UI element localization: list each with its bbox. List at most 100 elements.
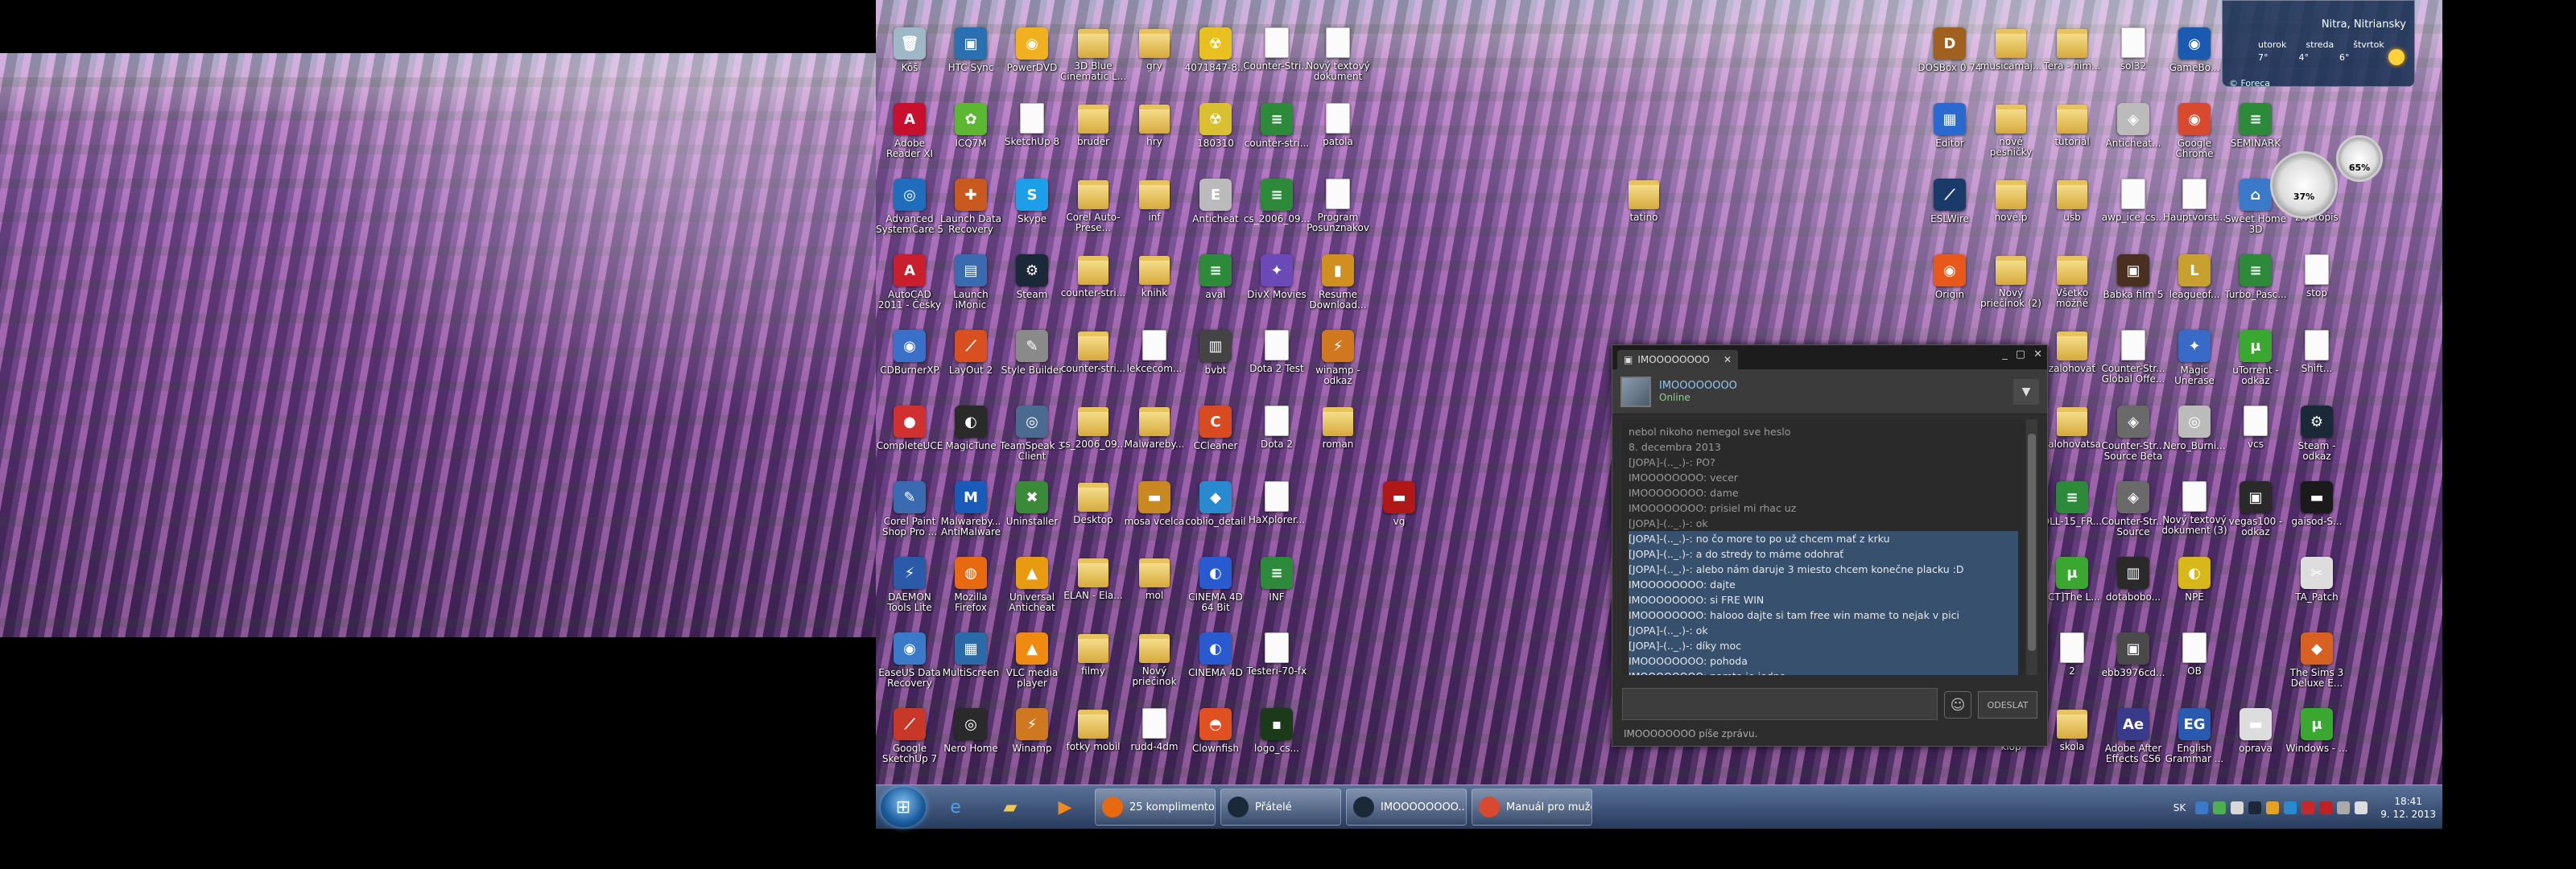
emoticon-icon[interactable]: ☺ <box>1944 691 1971 719</box>
explorer-folder-icon[interactable]: ▰ <box>985 788 1035 826</box>
desktop-icon[interactable]: ◈ Anticheat... <box>2101 103 2165 177</box>
media-player-icon[interactable]: ▶ <box>1040 788 1090 826</box>
chevron-down-icon[interactable]: ▼ <box>2013 378 2039 405</box>
desktop-icon[interactable]: ▣ HTC Sync <box>939 27 1003 101</box>
internet-explorer-icon[interactable]: e <box>931 788 980 826</box>
desktop-icon[interactable]: zalohovať <box>2040 330 2104 404</box>
desktop-icon[interactable]: ⚡ DAEMON Tools Lite <box>877 557 942 631</box>
desktop-icon[interactable]: ✦ Magic Unerase <box>2162 330 2227 404</box>
tray-icon[interactable] <box>2301 801 2315 814</box>
tray-icon[interactable] <box>2319 801 2333 814</box>
desktop-icon[interactable]: Desktop <box>1061 481 1125 555</box>
desktop-icon[interactable]: ◐ CINEMA 4D <box>1183 632 1248 706</box>
desktop-icon[interactable]: Lleagueof... <box>2162 254 2227 328</box>
desktop-icon[interactable]: ☢ 4071847-8... <box>1183 27 1248 101</box>
desktop-icon[interactable]: ▬ mosa vcelca <box>1122 481 1187 555</box>
desktop-icon[interactable]: HaXplorer... <box>1245 481 1309 555</box>
taskbar-task[interactable]: Manuál pro muže... <box>1472 789 1592 826</box>
desktop-icon[interactable]: ▲ VLC media player <box>1000 632 1064 706</box>
desktop-icon[interactable]: ☢ 180310 <box>1183 103 1248 177</box>
tray-icon[interactable] <box>2266 801 2280 814</box>
desktop-icon[interactable]: ◈ Counter-Str... Source Beta <box>2101 406 2165 480</box>
desktop-icon[interactable]: counter-stri... <box>1061 330 1125 404</box>
desktop-icon[interactable]: Testeri-70-fx <box>1245 632 1309 706</box>
desktop-icon[interactable]: gry <box>1122 27 1187 101</box>
desktop-icon[interactable]: A Adobe Reader XI <box>877 103 942 177</box>
network-icon[interactable] <box>2337 801 2351 814</box>
desktop-icon[interactable]: Nový priečinok (2) <box>1979 254 2043 328</box>
chat-log[interactable]: nebol nikoho nemegol sve heslo 8. decembr… <box>1622 419 2025 675</box>
desktop-icon[interactable]: D DOSBox 0.74 <box>1918 27 1982 101</box>
desktop-icon[interactable]: ⚙ Steam - odkaz <box>2285 406 2349 480</box>
maximize-icon[interactable]: ▢ <box>2016 348 2025 360</box>
start-button[interactable]: ⊞ <box>881 787 926 827</box>
desktop-icon[interactable]: skola <box>2040 708 2104 782</box>
desktop-icon[interactable]: Shift... <box>2285 330 2349 404</box>
desktop-icon[interactable]: ▦ MultiScreen <box>939 632 1003 706</box>
desktop-icon[interactable]: Nový priečinok <box>1122 632 1187 706</box>
close-tab-icon[interactable]: ✕ <box>1724 354 1732 365</box>
desktop-icon[interactable]: ▦ Editor <box>1918 103 1982 177</box>
desktop-icon[interactable]: ◐ NPE <box>2162 557 2227 631</box>
desktop-icon[interactable]: rudd-4dm <box>1122 708 1187 782</box>
tray-icon[interactable] <box>2231 801 2244 814</box>
desktop-icon[interactable]: filmy <box>1061 632 1125 706</box>
desktop-icon[interactable]: ◈ Counter-Str... Source <box>2101 481 2165 555</box>
desktop-icon[interactable]: ◉ Google Chrome <box>2162 103 2227 177</box>
desktop-icon[interactable]: ▤ Launch iMonic <box>939 254 1003 328</box>
desktop-icon[interactable]: ▬ vg <box>1367 481 1431 555</box>
desktop-icon[interactable]: μ uTorrent - odkaz <box>2223 330 2288 404</box>
desktop-icon[interactable]: fotky mobil <box>1061 708 1125 782</box>
desktop-icon[interactable]: ▥ dotabobo... <box>2101 557 2165 631</box>
desktop-icon[interactable]: ⚡ winamp - odkaz <box>1306 330 1370 404</box>
desktop-icon[interactable]: ▬ gaisod-S... <box>2285 481 2349 555</box>
desktop-icon[interactable]: ▣ ebb3976cd... <box>2101 632 2165 706</box>
desktop-icon[interactable]: nové.p <box>1979 179 2043 253</box>
desktop-icon[interactable]: ◐ CINEMA 4D 64 Bit <box>1183 557 1248 631</box>
steam-chat-window[interactable]: ▣ IMOOOOOOOO ✕ _ ▢ ✕ IMOOOOOOOO Online ▼… <box>1612 344 2048 747</box>
desktop-icon[interactable]: 🗑 Kôš <box>877 27 942 101</box>
taskbar-task[interactable]: 25 komplimentov... <box>1095 789 1216 826</box>
desktop-icon[interactable]: ▲ Universal Anticheat <box>1000 557 1064 631</box>
scrollbar[interactable] <box>2026 419 2037 675</box>
clock[interactable]: 18:41 9. 12. 2013 <box>2380 795 2436 821</box>
desktop-icon[interactable]: ◆ The Sims 3 Deluxe E... <box>2285 632 2349 706</box>
send-button[interactable]: ODESLAT <box>1978 691 2037 719</box>
desktop-icon[interactable]: μ [CT]The L... <box>2040 557 2104 631</box>
avatar[interactable] <box>1620 376 1651 407</box>
desktop-icon[interactable]: ◐ MagicTune <box>939 406 1003 480</box>
desktop-icon[interactable]: ◉ EaseUS Data Recovery <box>877 632 942 706</box>
desktop-icon[interactable]: tutorial <box>2040 103 2104 177</box>
tray-icon[interactable] <box>2195 801 2209 814</box>
tray-icon[interactable] <box>2284 801 2297 814</box>
contact-name[interactable]: IMOOOOOOOO <box>1659 380 1737 392</box>
desktop-icon[interactable]: Všetko možné <box>2040 254 2104 328</box>
desktop-icon[interactable]: hry <box>1122 103 1187 177</box>
close-icon[interactable]: ✕ <box>2033 348 2042 360</box>
desktop-icon[interactable]: ≡ counter-stri... <box>1245 103 1309 177</box>
desktop-icon[interactable]: ✂ TA_Patch <box>2285 557 2349 631</box>
desktop-icon[interactable]: ≡ cs_2006_09... <box>1244 179 1310 253</box>
desktop-icon[interactable]: ◆ coblio_detail <box>1183 481 1248 555</box>
desktop-icon[interactable]: ELAN - Ela... <box>1061 557 1125 631</box>
desktop-icon[interactable]: ◎ Advanced SystemCare 5 <box>876 179 943 253</box>
desktop-icon[interactable]: zalohovatsa <box>2040 406 2104 480</box>
chat-tab[interactable]: ▣ IMOOOOOOOO ✕ <box>1617 350 1738 369</box>
desktop-icon[interactable]: Nový textový dokument <box>1306 27 1370 101</box>
desktop-icon[interactable]: S Skype <box>1000 179 1064 253</box>
taskbar-task[interactable]: Přátelé <box>1220 789 1341 826</box>
desktop-icon[interactable]: ⟋ LayOut 2 <box>939 330 1003 404</box>
desktop-icon[interactable]: SketchUp 8 <box>1000 103 1064 177</box>
desktop-icon[interactable]: ▬ oprava <box>2223 708 2288 782</box>
desktop-icon[interactable]: Program Posunznakov <box>1306 179 1370 253</box>
desktop-icon[interactable]: patola <box>1306 103 1370 177</box>
desktop-icon[interactable]: ▪ logo_cs... <box>1245 708 1309 782</box>
desktop-icon[interactable]: ▥ bvbt <box>1183 330 1248 404</box>
desktop-icon[interactable]: ≡ INF <box>1245 557 1309 631</box>
desktop-icon[interactable]: nové pesničky <box>1979 103 2043 177</box>
desktop-icon[interactable]: ◎ Nero_Burni... <box>2162 406 2227 480</box>
desktop-icon[interactable]: Nový textový dokument (3) <box>2161 481 2227 555</box>
desktop-icon[interactable]: usb <box>2040 179 2104 253</box>
desktop-icon[interactable]: ◉ PowerDVD <box>1000 27 1064 101</box>
tray-icon[interactable] <box>2213 801 2227 814</box>
